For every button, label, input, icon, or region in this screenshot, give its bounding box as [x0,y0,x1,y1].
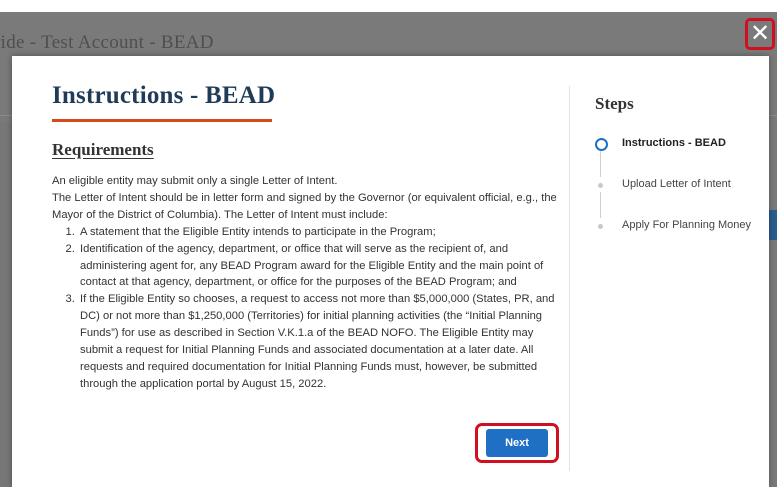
close-button[interactable]: ✕ [745,18,775,50]
close-icon: ✕ [749,20,771,47]
steps-panel: Steps Instructions - BEAD Upload Letter … [595,94,765,259]
modal-title: Instructions - BEAD [52,82,276,109]
title-underline [52,119,272,122]
background-right-tab [768,210,777,240]
next-button-highlight: Next [475,423,559,463]
background-top-band [0,0,777,12]
intro-line: An eligible entity may submit only a sin… [52,175,338,187]
requirement-item: If the Eligible Entity so chooses, a req… [78,291,557,392]
step-apply-planning[interactable]: Apply For Planning Money [595,218,765,259]
requirement-item: A statement that the Eligible Entity int… [78,224,557,241]
step-instructions[interactable]: Instructions - BEAD [595,136,765,177]
next-button[interactable]: Next [486,429,548,457]
step-pending-icon [598,224,603,229]
requirements-list: A statement that the Eligible Entity int… [52,224,557,393]
step-connector [600,192,601,218]
instructions-modal: Instructions - BEAD Requirements An elig… [12,56,769,487]
step-current-icon [595,138,608,151]
step-label: Instructions - BEAD [622,137,726,149]
requirement-item: Identification of the agency, department… [78,241,557,292]
step-label: Apply For Planning Money [622,219,752,231]
step-pending-icon [598,183,603,188]
background-page-title: ride - Test Account - BEAD [0,32,214,53]
modal-content: Instructions - BEAD Requirements An elig… [52,82,557,393]
intro-line: The Letter of Intent should be in letter… [52,191,557,221]
section-heading: Requirements [52,140,154,159]
requirements-text: An eligible entity may submit only a sin… [52,173,557,393]
step-label: Upload Letter of Intent [622,178,731,190]
step-connector [600,151,601,177]
step-upload-letter[interactable]: Upload Letter of Intent [595,177,765,218]
steps-title: Steps [595,94,634,113]
steps-divider [569,86,570,471]
